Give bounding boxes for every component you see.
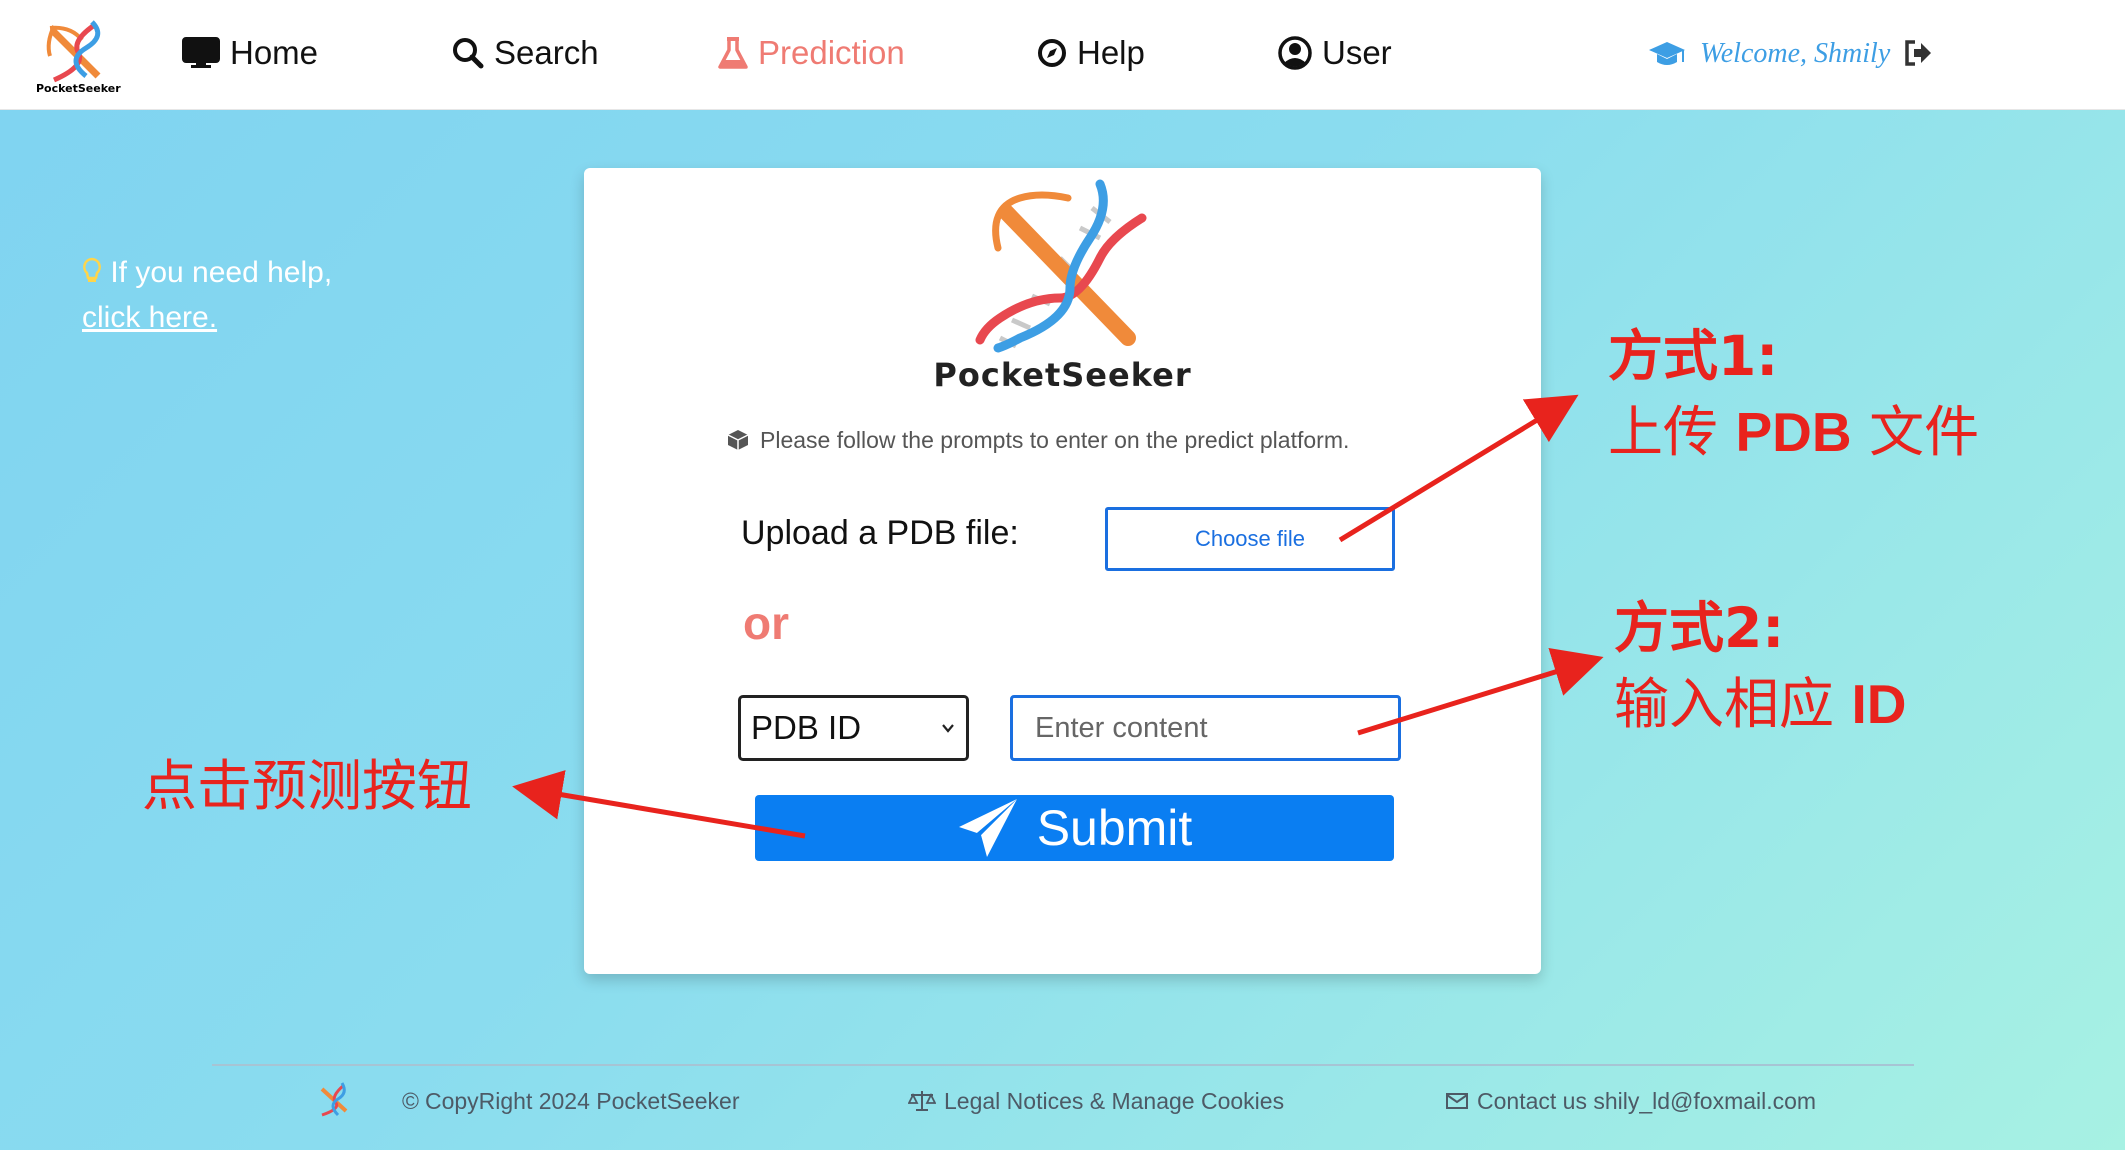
welcome-user[interactable]: Welcome, Shmily: [1648, 32, 1890, 76]
footer-contact[interactable]: Contact us shily_ld@foxmail.com: [1445, 1086, 1816, 1116]
pocketseeker-big-logo: [960, 178, 1160, 358]
annotation-method-1: 方式1: 上传 PDB 文件: [1608, 318, 1979, 470]
annotation-method-1-text: 上传 PDB 文件: [1608, 400, 1980, 464]
footer-legal[interactable]: Legal Notices & Manage Cookies: [908, 1086, 1284, 1116]
help-note: If you need help, click here.: [82, 250, 332, 340]
annotation-method-2-title: 方式2:: [1614, 596, 1785, 660]
scale-icon: [908, 1091, 936, 1111]
chevron-down-icon: [942, 724, 954, 733]
submit-label: Submit: [1036, 800, 1193, 856]
top-navbar: PocketSeeker Home Search Prediction Help: [0, 0, 2125, 110]
nav-home[interactable]: Home: [182, 28, 318, 78]
monitor-icon: [182, 37, 220, 68]
logout-icon[interactable]: [1903, 38, 1933, 68]
annotation-submit-hint: 点击预测按钮: [142, 754, 473, 818]
nav-help[interactable]: Help: [1037, 28, 1145, 78]
envelope-icon: [1446, 1093, 1468, 1109]
graduation-cap-icon: [1649, 42, 1685, 65]
user-circle-icon: [1278, 36, 1312, 70]
compass-icon: [1038, 39, 1066, 67]
legal-text: Legal Notices & Manage Cookies: [944, 1087, 1285, 1114]
pdb-id-input[interactable]: Enter content: [1010, 695, 1401, 761]
nav-user[interactable]: User: [1278, 28, 1392, 78]
upload-label: Upload a PDB file:: [741, 514, 1019, 552]
copyright-text: CopyRight 2024 PocketSeeker: [424, 1087, 740, 1114]
nav-prediction-label: Prediction: [758, 34, 905, 71]
input-placeholder: Enter content: [1035, 711, 1208, 744]
lightbulb-icon: [83, 257, 101, 282]
nav-search-label: Search: [494, 34, 599, 71]
copyright-icon: ©: [402, 1087, 419, 1114]
cube-icon: [727, 430, 749, 450]
welcome-text: Welcome, Shmily: [1700, 38, 1891, 69]
nav-search[interactable]: Search: [452, 28, 599, 78]
help-link[interactable]: click here.: [82, 301, 217, 334]
annotation-method-2-text: 输入相应 ID: [1614, 672, 1907, 736]
select-value: PDB ID: [751, 709, 862, 746]
or-separator: or: [743, 597, 789, 649]
prompt-text: Please follow the prompts to enter on th…: [726, 422, 1349, 458]
footer-divider: [212, 1064, 1914, 1066]
choose-file-button[interactable]: Choose file: [1105, 507, 1395, 571]
contact-text: Contact us shily_ld@foxmail.com: [1477, 1087, 1817, 1114]
footer-copyright: © CopyRight 2024 PocketSeeker: [402, 1086, 739, 1116]
footer-logo: [314, 1081, 354, 1121]
annotation-method-2: 方式2: 输入相应 ID: [1614, 590, 1907, 742]
flask-icon: [718, 37, 748, 69]
nav-home-label: Home: [230, 34, 319, 71]
nav-user-label: User: [1322, 34, 1392, 71]
paper-plane-icon: [958, 799, 1017, 857]
submit-button[interactable]: Submit: [755, 795, 1394, 861]
help-note-text: If you need help,: [110, 256, 333, 289]
nav-help-label: Help: [1077, 34, 1145, 71]
nav-prediction[interactable]: Prediction: [718, 28, 905, 78]
id-type-select[interactable]: PDB ID: [738, 695, 969, 761]
search-icon: [453, 38, 484, 69]
annotation-method-1-title: 方式1:: [1608, 324, 1779, 388]
brand-name: PocketSeeker: [933, 356, 1192, 394]
logo-text: PocketSeeker: [36, 82, 121, 95]
prompt-label: Please follow the prompts to enter on th…: [760, 426, 1350, 453]
